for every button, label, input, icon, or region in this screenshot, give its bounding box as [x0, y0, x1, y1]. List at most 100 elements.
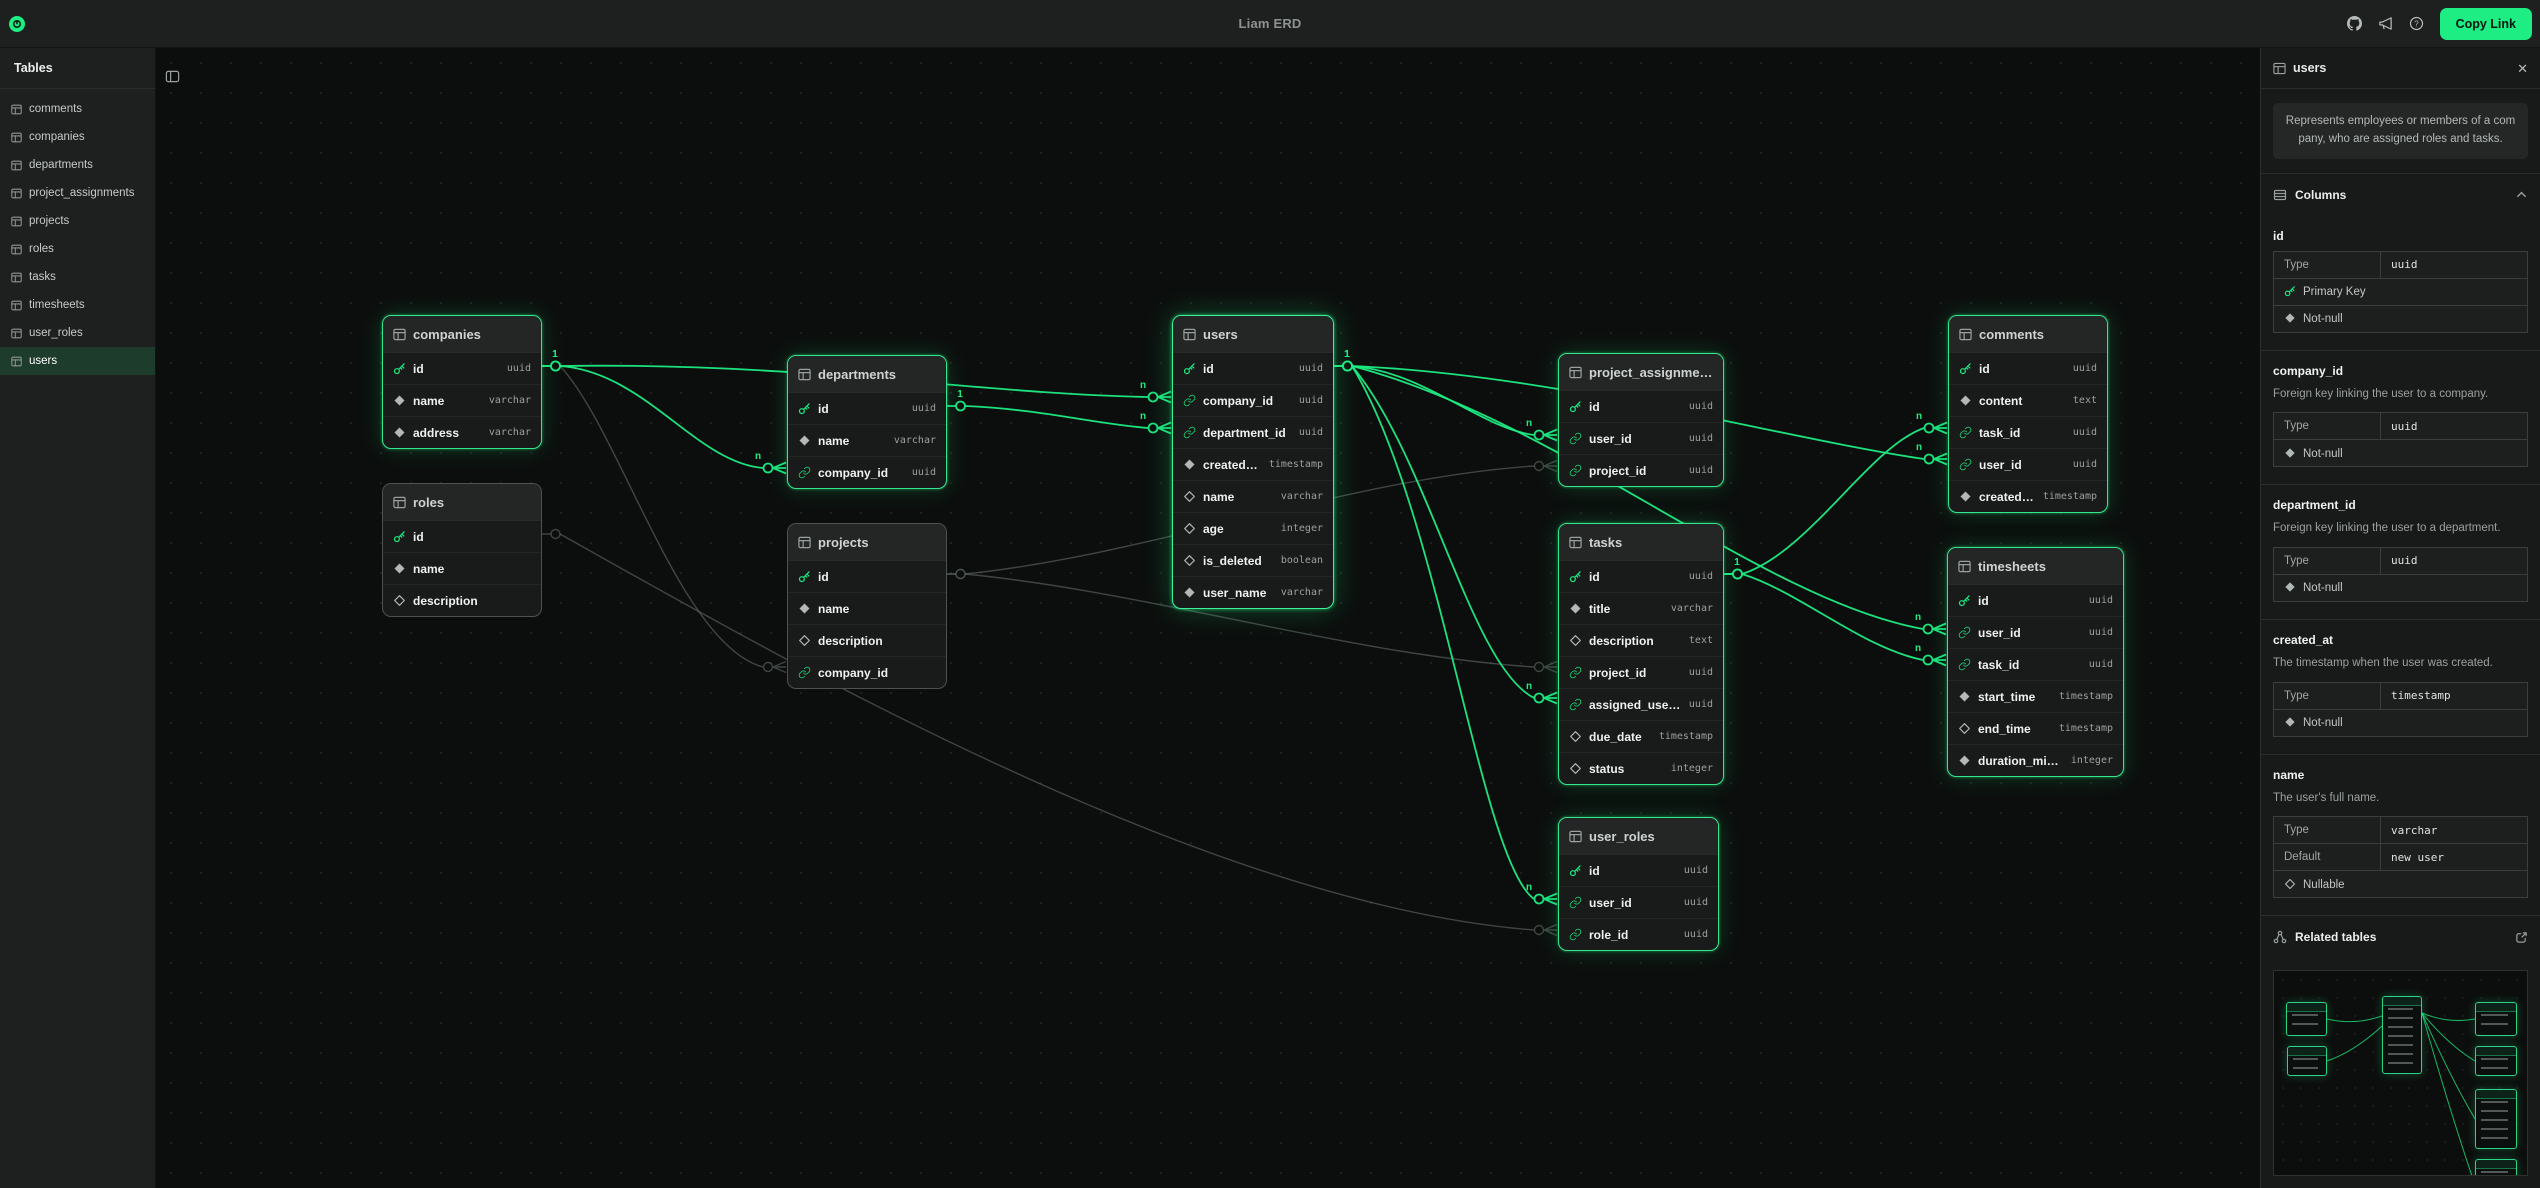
column-row-status: statusinteger	[1559, 752, 1723, 784]
sidebar-item-project_assignments[interactable]: project_assignments	[0, 179, 155, 207]
sidebar-item-label: projects	[29, 215, 69, 227]
megaphone-icon[interactable]	[2378, 16, 2393, 31]
not-null-icon	[393, 562, 406, 575]
foreign-key-icon	[1569, 698, 1582, 711]
close-icon[interactable]: ✕	[2517, 62, 2528, 75]
nullable-icon	[1958, 722, 1971, 735]
sidebar-item-tasks[interactable]: tasks	[0, 263, 155, 291]
column-row-name: name	[788, 592, 946, 624]
column-row-user_id: user_iduuid	[1948, 616, 2123, 648]
open-related-icon[interactable]	[2515, 931, 2528, 944]
nullable-icon	[1569, 730, 1582, 743]
sidebar-item-user_roles[interactable]: user_roles	[0, 319, 155, 347]
column-row-company_id: company_iduuid	[1173, 384, 1333, 416]
erd-table-project_assignments[interactable]: project_assignments iduuid user_iduuid p…	[1558, 353, 1724, 487]
table-header: users	[1173, 316, 1333, 353]
not-null-icon	[1958, 690, 1971, 703]
sidebar-item-departments[interactable]: departments	[0, 151, 155, 179]
help-icon[interactable]: ?	[2409, 16, 2424, 31]
sidebar-item-projects[interactable]: projects	[0, 207, 155, 235]
erd-table-companies[interactable]: companies iduuid namevarchar addressvarc…	[382, 315, 542, 449]
column-row-age: ageinteger	[1173, 512, 1333, 544]
column-row-duration_minutes: duration_minutesinteger	[1948, 744, 2123, 776]
minimap-table-project_assignments	[2475, 1046, 2517, 1076]
related-tables-icon	[2273, 930, 2287, 944]
sidebar-item-users[interactable]: users	[0, 347, 155, 375]
not-null-icon	[2284, 447, 2296, 459]
erd-table-user_roles[interactable]: user_roles iduuid user_iduuid role_iduui…	[1558, 817, 1719, 951]
related-tables-header: Related tables	[2261, 915, 2540, 958]
erd-table-departments[interactable]: departments iduuid namevarchar company_i…	[787, 355, 947, 489]
top-bar-actions: ? Copy Link	[2347, 8, 2540, 40]
column-detail-id: idTypeuuidPrimary KeyNot-null	[2261, 216, 2540, 350]
erd-table-timesheets[interactable]: timesheets iduuid user_iduuid task_iduui…	[1947, 547, 2124, 777]
liam-erd-app: Liam ERD ? Copy Link Tables commentscomp…	[0, 0, 2540, 1188]
svg-text:n: n	[755, 451, 761, 462]
not-null-icon	[2284, 581, 2296, 593]
column-attributes-table: TypetimestampNot-null	[2273, 682, 2528, 737]
nullable-icon	[1183, 554, 1196, 567]
foreign-key-icon	[798, 666, 811, 679]
table-header: roles	[383, 484, 541, 521]
column-row-department_id: department_iduuid	[1173, 416, 1333, 448]
svg-text:1: 1	[552, 349, 558, 360]
column-row-role_id: role_iduuid	[1559, 918, 1718, 950]
column-row-name: name	[383, 552, 541, 584]
liam-logo-icon[interactable]	[9, 16, 25, 32]
column-attributes-table: TypevarcharDefaultnew userNullable	[2273, 816, 2528, 898]
erd-table-users[interactable]: users iduuid company_iduuid department_i…	[1172, 315, 1334, 609]
chevron-up-icon[interactable]	[2515, 188, 2528, 201]
sidebar-title: Tables	[0, 48, 155, 89]
column-row-is_deleted: is_deletedboolean	[1173, 544, 1333, 576]
column-row-name: namevarchar	[383, 384, 541, 416]
column-name: created_at	[2273, 633, 2528, 647]
column-row-user_id: user_iduuid	[1559, 422, 1723, 454]
column-row-name: namevarchar	[1173, 480, 1333, 512]
column-row-company_id: company_id	[788, 656, 946, 688]
erd-canvas[interactable]: 1n1n1n1n1n1n1n1n1n1n companies iduuid na…	[156, 48, 2260, 1188]
column-row-address: addressvarchar	[383, 416, 541, 448]
sidebar-item-companies[interactable]: companies	[0, 123, 155, 151]
sidebar-item-comments[interactable]: comments	[0, 95, 155, 123]
foreign-key-icon	[1958, 626, 1971, 639]
column-row-created_at: created_attimestamp	[1173, 448, 1333, 480]
nullable-icon	[1569, 762, 1582, 775]
erd-table-projects[interactable]: projects id name description company_id	[787, 523, 947, 689]
sidebar-item-label: departments	[29, 159, 93, 171]
sidebar-item-timesheets[interactable]: timesheets	[0, 291, 155, 319]
svg-text:n: n	[1526, 681, 1532, 692]
erd-table-comments[interactable]: comments iduuid contenttext task_iduuid …	[1948, 315, 2108, 513]
related-tables-minimap[interactable]	[2273, 970, 2528, 1176]
foreign-key-icon	[1959, 426, 1972, 439]
sidebar-item-label: users	[29, 355, 57, 367]
erd-table-roles[interactable]: roles id name description	[382, 483, 542, 617]
nullable-icon	[2284, 878, 2296, 890]
foreign-key-icon	[1958, 658, 1971, 671]
erd-table-tasks[interactable]: tasks iduuid titlevarchar descriptiontex…	[1558, 523, 1724, 785]
svg-text:n: n	[1916, 411, 1922, 422]
toggle-sidebar-icon[interactable]	[165, 69, 180, 87]
minimap-table-tasks	[2475, 1089, 2517, 1149]
primary-key-icon	[1569, 864, 1582, 877]
tables-sidebar: Tables commentscompanies departments proje…	[0, 48, 156, 1188]
column-row-start_time: start_timetimestamp	[1948, 680, 2123, 712]
nullable-icon	[1569, 634, 1582, 647]
column-row-id: iduuid	[1559, 855, 1718, 886]
github-icon[interactable]	[2347, 16, 2362, 31]
svg-text:n: n	[1526, 418, 1532, 429]
copy-link-button[interactable]: Copy Link	[2440, 8, 2532, 40]
table-header: projects	[788, 524, 946, 561]
column-row-id: iduuid	[1559, 391, 1723, 422]
not-null-icon	[1183, 458, 1196, 471]
nullable-icon	[798, 634, 811, 647]
sidebar-item-roles[interactable]: roles	[0, 235, 155, 263]
column-row-title: titlevarchar	[1559, 592, 1723, 624]
svg-text:1: 1	[1344, 349, 1350, 360]
sidebar-item-label: timesheets	[29, 299, 85, 311]
column-name: department_id	[2273, 498, 2528, 512]
nullable-icon	[1183, 522, 1196, 535]
table-detail-panel: users ✕ Represents employees or members …	[2260, 48, 2540, 1188]
column-detail-department_id: department_idForeign key linking the use…	[2261, 484, 2540, 619]
column-description: Foreign key linking the user to a compan…	[2273, 386, 2528, 403]
column-row-content: contenttext	[1949, 384, 2107, 416]
